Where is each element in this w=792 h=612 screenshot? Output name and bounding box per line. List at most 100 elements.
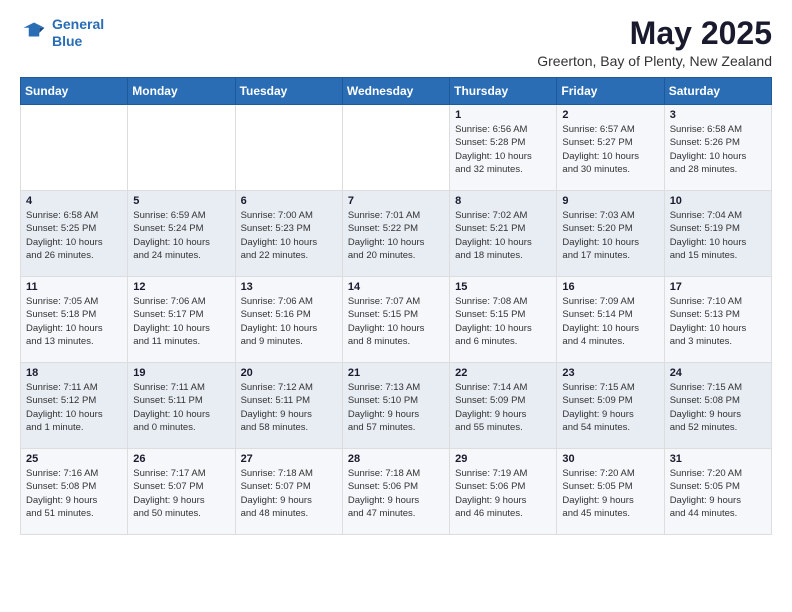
col-header-wednesday: Wednesday xyxy=(342,78,449,105)
day-info: Sunrise: 7:15 AM Sunset: 5:09 PM Dayligh… xyxy=(562,381,658,434)
logo: General Blue xyxy=(20,16,104,50)
day-number: 4 xyxy=(26,195,122,207)
calendar-cell: 10 Sunrise: 7:04 AM Sunset: 5:19 PM Dayli… xyxy=(664,191,771,277)
calendar-cell: 13 Sunrise: 7:06 AM Sunset: 5:16 PM Dayli… xyxy=(235,277,342,363)
day-info: Sunrise: 7:04 AM Sunset: 5:19 PM Dayligh… xyxy=(670,209,766,262)
day-info: Sunrise: 7:08 AM Sunset: 5:15 PM Dayligh… xyxy=(455,295,551,348)
day-info: Sunrise: 7:16 AM Sunset: 5:08 PM Dayligh… xyxy=(26,467,122,520)
day-number: 22 xyxy=(455,367,551,379)
day-number: 16 xyxy=(562,281,658,293)
day-number: 28 xyxy=(348,453,444,465)
calendar-cell: 29Sunrise: 7:19 AM Sunset: 5:06 PM Dayli… xyxy=(450,449,557,535)
calendar-cell: 8 Sunrise: 7:02 AM Sunset: 5:21 PM Daylig… xyxy=(450,191,557,277)
day-info: Sunrise: 7:09 AM Sunset: 5:14 PM Dayligh… xyxy=(562,295,658,348)
day-number: 17 xyxy=(670,281,766,293)
calendar-week-4: 18Sunrise: 7:11 AM Sunset: 5:12 PM Dayli… xyxy=(21,363,772,449)
calendar-cell: 9 Sunrise: 7:03 AM Sunset: 5:20 PM Daylig… xyxy=(557,191,664,277)
day-number: 26 xyxy=(133,453,229,465)
day-info: Sunrise: 7:18 AM Sunset: 5:07 PM Dayligh… xyxy=(241,467,337,520)
day-info: Sunrise: 7:05 AM Sunset: 5:18 PM Dayligh… xyxy=(26,295,122,348)
day-info: Sunrise: 7:20 AM Sunset: 5:05 PM Dayligh… xyxy=(562,467,658,520)
day-number: 7 xyxy=(348,195,444,207)
day-info: Sunrise: 7:01 AM Sunset: 5:22 PM Dayligh… xyxy=(348,209,444,262)
calendar-cell: 16 Sunrise: 7:09 AM Sunset: 5:14 PM Dayli… xyxy=(557,277,664,363)
header: General Blue May 2025 Greerton, Bay of P… xyxy=(20,16,772,69)
calendar-cell xyxy=(342,105,449,191)
col-header-friday: Friday xyxy=(557,78,664,105)
calendar-header-row: SundayMondayTuesdayWednesdayThursdayFrid… xyxy=(21,78,772,105)
calendar-cell: 12Sunrise: 7:06 AM Sunset: 5:17 PM Dayli… xyxy=(128,277,235,363)
day-number: 11 xyxy=(26,281,122,293)
day-number: 6 xyxy=(241,195,337,207)
calendar-cell: 22Sunrise: 7:14 AM Sunset: 5:09 PM Dayli… xyxy=(450,363,557,449)
main-title: May 2025 xyxy=(537,16,772,51)
logo-line2: Blue xyxy=(52,33,82,49)
day-info: Sunrise: 7:17 AM Sunset: 5:07 PM Dayligh… xyxy=(133,467,229,520)
day-info: Sunrise: 7:07 AM Sunset: 5:15 PM Dayligh… xyxy=(348,295,444,348)
day-info: Sunrise: 7:13 AM Sunset: 5:10 PM Dayligh… xyxy=(348,381,444,434)
day-number: 3 xyxy=(670,109,766,121)
day-info: Sunrise: 7:06 AM Sunset: 5:16 PM Dayligh… xyxy=(241,295,337,348)
calendar-cell: 17Sunrise: 7:10 AM Sunset: 5:13 PM Dayli… xyxy=(664,277,771,363)
day-number: 10 xyxy=(670,195,766,207)
day-info: Sunrise: 7:15 AM Sunset: 5:08 PM Dayligh… xyxy=(670,381,766,434)
day-info: Sunrise: 6:56 AM Sunset: 5:28 PM Dayligh… xyxy=(455,123,551,176)
day-info: Sunrise: 7:03 AM Sunset: 5:20 PM Dayligh… xyxy=(562,209,658,262)
day-info: Sunrise: 7:18 AM Sunset: 5:06 PM Dayligh… xyxy=(348,467,444,520)
day-number: 25 xyxy=(26,453,122,465)
calendar-cell: 26 Sunrise: 7:17 AM Sunset: 5:07 PM Dayli… xyxy=(128,449,235,535)
day-number: 31 xyxy=(670,453,766,465)
calendar-cell: 7 Sunrise: 7:01 AM Sunset: 5:22 PM Daylig… xyxy=(342,191,449,277)
calendar-cell xyxy=(235,105,342,191)
day-info: Sunrise: 6:58 AM Sunset: 5:26 PM Dayligh… xyxy=(670,123,766,176)
calendar-cell: 25 Sunrise: 7:16 AM Sunset: 5:08 PM Dayli… xyxy=(21,449,128,535)
day-number: 21 xyxy=(348,367,444,379)
col-header-thursday: Thursday xyxy=(450,78,557,105)
day-info: Sunrise: 7:19 AM Sunset: 5:06 PM Dayligh… xyxy=(455,467,551,520)
day-number: 15 xyxy=(455,281,551,293)
subtitle: Greerton, Bay of Plenty, New Zealand xyxy=(537,53,772,69)
calendar-cell: 20 Sunrise: 7:12 AM Sunset: 5:11 PM Dayli… xyxy=(235,363,342,449)
logo-text: General Blue xyxy=(52,16,104,50)
day-info: Sunrise: 7:20 AM Sunset: 5:05 PM Dayligh… xyxy=(670,467,766,520)
calendar-week-3: 11 Sunrise: 7:05 AM Sunset: 5:18 PM Dayli… xyxy=(21,277,772,363)
day-number: 1 xyxy=(455,109,551,121)
day-number: 8 xyxy=(455,195,551,207)
day-number: 12 xyxy=(133,281,229,293)
col-header-monday: Monday xyxy=(128,78,235,105)
calendar-cell: 15 Sunrise: 7:08 AM Sunset: 5:15 PM Dayli… xyxy=(450,277,557,363)
col-header-sunday: Sunday xyxy=(21,78,128,105)
day-number: 9 xyxy=(562,195,658,207)
calendar-cell: 14 Sunrise: 7:07 AM Sunset: 5:15 PM Dayli… xyxy=(342,277,449,363)
calendar-cell: 18Sunrise: 7:11 AM Sunset: 5:12 PM Dayli… xyxy=(21,363,128,449)
day-number: 24 xyxy=(670,367,766,379)
calendar-cell: 24 Sunrise: 7:15 AM Sunset: 5:08 PM Dayli… xyxy=(664,363,771,449)
calendar-cell: 6 Sunrise: 7:00 AM Sunset: 5:23 PM Daylig… xyxy=(235,191,342,277)
day-info: Sunrise: 7:11 AM Sunset: 5:11 PM Dayligh… xyxy=(133,381,229,434)
day-number: 30 xyxy=(562,453,658,465)
day-number: 5 xyxy=(133,195,229,207)
day-number: 19 xyxy=(133,367,229,379)
calendar-cell: 19 Sunrise: 7:11 AM Sunset: 5:11 PM Dayli… xyxy=(128,363,235,449)
day-info: Sunrise: 6:58 AM Sunset: 5:25 PM Dayligh… xyxy=(26,209,122,262)
day-info: Sunrise: 7:12 AM Sunset: 5:11 PM Dayligh… xyxy=(241,381,337,434)
day-number: 14 xyxy=(348,281,444,293)
col-header-saturday: Saturday xyxy=(664,78,771,105)
day-number: 13 xyxy=(241,281,337,293)
calendar-cell: 23Sunrise: 7:15 AM Sunset: 5:09 PM Dayli… xyxy=(557,363,664,449)
logo-icon xyxy=(20,19,48,47)
calendar-cell: 30 Sunrise: 7:20 AM Sunset: 5:05 PM Dayli… xyxy=(557,449,664,535)
day-number: 2 xyxy=(562,109,658,121)
day-info: Sunrise: 7:00 AM Sunset: 5:23 PM Dayligh… xyxy=(241,209,337,262)
calendar-cell: 4 Sunrise: 6:58 AM Sunset: 5:25 PM Daylig… xyxy=(21,191,128,277)
calendar-week-1: 1 Sunrise: 6:56 AM Sunset: 5:28 PM Daylig… xyxy=(21,105,772,191)
day-number: 20 xyxy=(241,367,337,379)
calendar-cell: 21 Sunrise: 7:13 AM Sunset: 5:10 PM Dayli… xyxy=(342,363,449,449)
calendar-cell xyxy=(128,105,235,191)
calendar-cell: 11 Sunrise: 7:05 AM Sunset: 5:18 PM Dayli… xyxy=(21,277,128,363)
calendar-cell: 1 Sunrise: 6:56 AM Sunset: 5:28 PM Daylig… xyxy=(450,105,557,191)
day-number: 27 xyxy=(241,453,337,465)
col-header-tuesday: Tuesday xyxy=(235,78,342,105)
page: General Blue May 2025 Greerton, Bay of P… xyxy=(0,0,792,551)
day-info: Sunrise: 7:02 AM Sunset: 5:21 PM Dayligh… xyxy=(455,209,551,262)
